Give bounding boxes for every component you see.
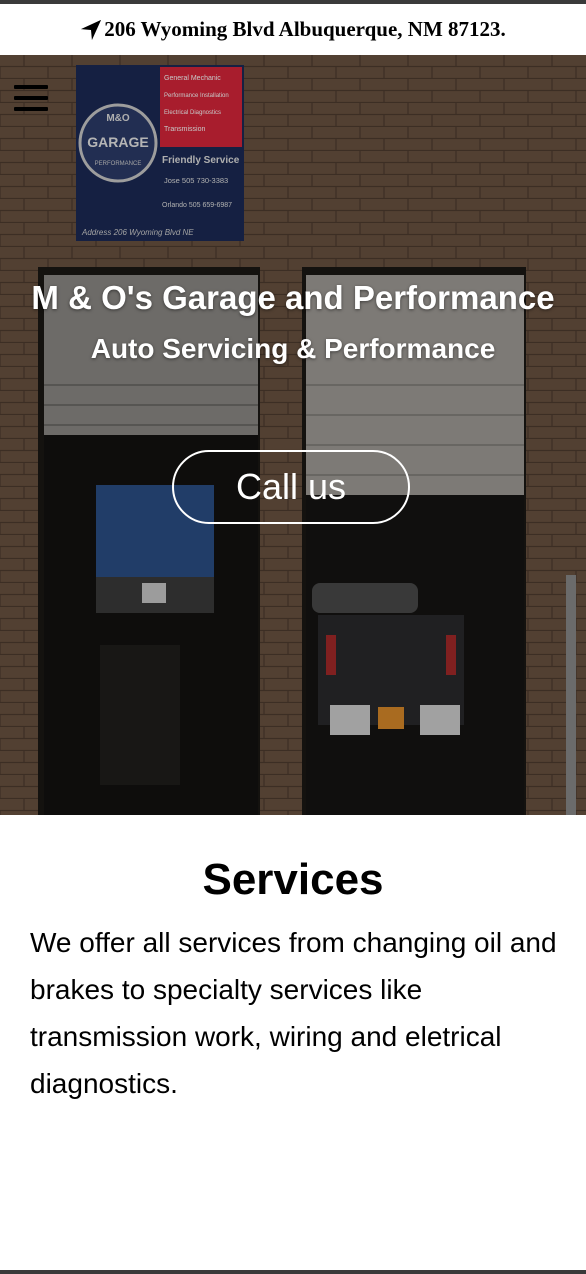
hamburger-menu-icon[interactable] <box>14 85 48 115</box>
address-text: 206 Wyoming Blvd Albuquerque, NM 87123. <box>104 17 506 41</box>
services-description: We offer all services from changing oil … <box>30 927 557 1099</box>
address-bar: 206 Wyoming Blvd Albuquerque, NM 87123. <box>0 4 586 55</box>
hero-subtitle: Auto Servicing & Performance <box>90 333 496 364</box>
location-arrow-icon <box>81 19 102 40</box>
hero-title: M & O's Garage and Performance <box>31 279 555 316</box>
bottom-border <box>0 1270 586 1274</box>
garage-photo: M&O GARAGE PERFORMANCE General Mechanic … <box>0 55 586 815</box>
hero-section: M&O GARAGE PERFORMANCE General Mechanic … <box>0 55 586 815</box>
call-us-button[interactable]: Call us <box>172 450 410 524</box>
services-heading: Services <box>202 855 384 904</box>
